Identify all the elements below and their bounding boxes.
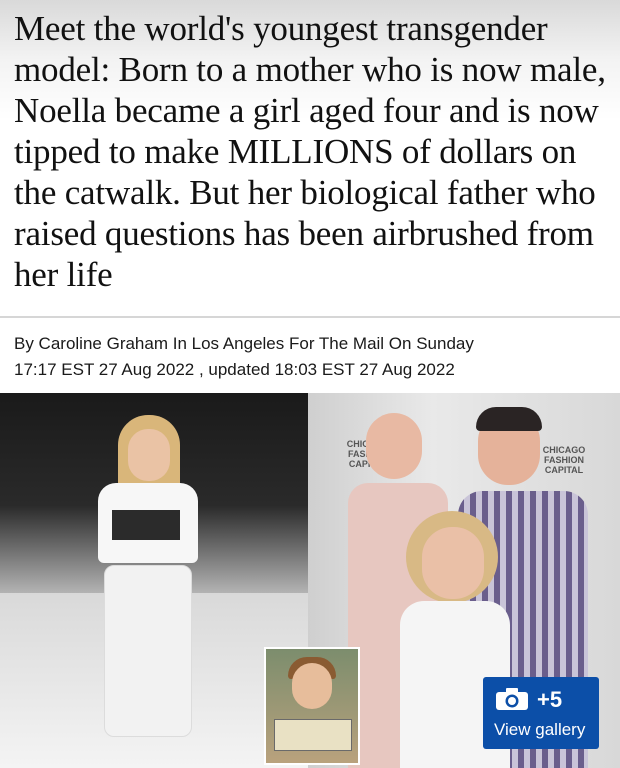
article-media[interactable]: CHICAGO FASHION CAPITAL CHICAGO FASHION …: [0, 393, 620, 768]
article-timestamp: 17:17 EST 27 Aug 2022 , updated 18:03 ES…: [14, 360, 455, 379]
camera-icon: [496, 688, 528, 710]
gallery-count: +5: [537, 687, 563, 712]
model-top: [112, 510, 180, 540]
runway-photo[interactable]: [0, 393, 308, 768]
article-byline[interactable]: By Caroline Graham In Los Angeles For Th…: [14, 333, 614, 355]
view-gallery-button[interactable]: +5 View gallery: [483, 677, 599, 749]
headline-container: Meet the world's youngest transgender mo…: [0, 0, 620, 316]
divider: [0, 316, 620, 318]
model-face: [128, 429, 170, 481]
gallery-label: View gallery: [494, 720, 586, 739]
inset-photo[interactable]: [264, 647, 360, 765]
inset-kid-face: [292, 663, 332, 709]
inset-sign: [274, 719, 352, 751]
article-headline: Meet the world's youngest transgender mo…: [14, 9, 606, 294]
model-pants: [104, 565, 192, 737]
